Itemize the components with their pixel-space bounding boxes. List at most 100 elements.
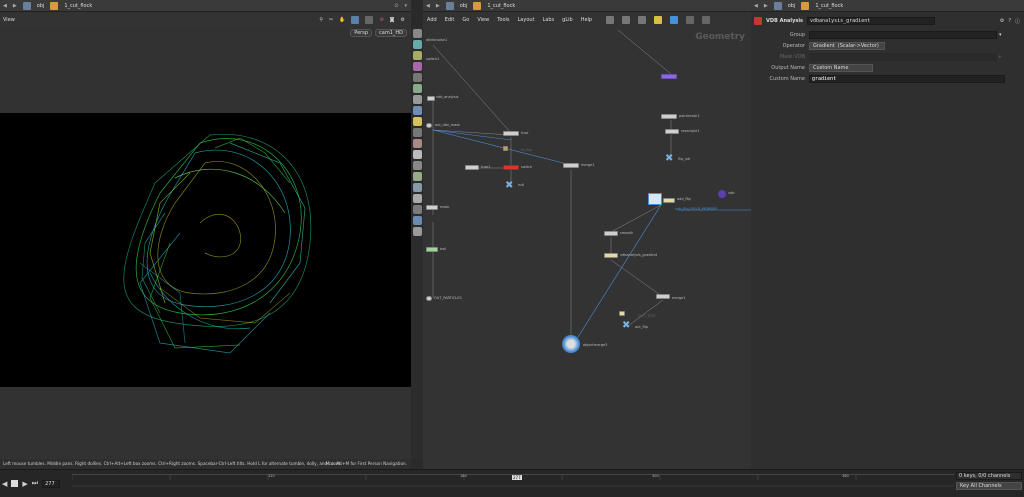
path-obj[interactable]: obj (37, 3, 45, 9)
shade-tool-icon[interactable] (412, 216, 422, 225)
node-vdb-flip-field[interactable]: vdb_flip_FIELD_PRIMOFF (675, 207, 717, 211)
back-arrow-icon[interactable]: ◀ (754, 3, 758, 9)
node-name-field[interactable]: vdbanalysis_gradient (807, 17, 936, 25)
gear-icon[interactable]: ⚙ (1000, 18, 1004, 24)
pin-icon[interactable]: ⊙ (394, 3, 398, 9)
pin-tool-icon[interactable] (412, 150, 422, 159)
node-objectmerge3[interactable]: objectmerge3 (583, 343, 607, 347)
node-merge1[interactable]: merge1 (581, 163, 595, 167)
sculpt-tool-icon[interactable] (412, 172, 422, 181)
stop-icon[interactable]: ⊘ (379, 17, 383, 23)
info-icon[interactable]: ⓘ (1015, 18, 1020, 25)
node-fuse-box[interactable] (503, 131, 519, 136)
node-bwl-box[interactable] (426, 247, 438, 252)
node-vdb-purple-icon[interactable] (718, 190, 726, 198)
node-flip-vel[interactable]: flip_vel (678, 157, 690, 161)
node-add-flip[interactable]: add_flip (677, 197, 691, 201)
operator-select[interactable]: Gradient (Scalar->Vector) (809, 42, 885, 50)
display-options-icon[interactable] (351, 16, 360, 24)
node-mask-box[interactable] (426, 205, 438, 210)
render-icon[interactable]: ⚙ (401, 17, 405, 23)
node-out-particles[interactable]: OUT_PARTICLES (434, 296, 462, 300)
measure-tool-icon[interactable] (412, 161, 422, 170)
stop-icon[interactable] (11, 480, 19, 487)
output-name-select[interactable]: Custom Name (809, 64, 873, 72)
help-icon[interactable]: ? (1008, 18, 1011, 24)
node-attribnoise1[interactable]: attribnoise1 (426, 38, 447, 42)
node-merge1-box[interactable] (563, 163, 579, 168)
group-dropdown-icon[interactable]: ▾ (999, 32, 1002, 38)
node-out-particles-box[interactable] (426, 296, 432, 301)
node-fuse1-box[interactable] (465, 165, 479, 170)
snap-tool-icon[interactable] (412, 106, 422, 115)
back-arrow-icon[interactable]: ◀ (3, 3, 7, 9)
node-switch-box[interactable] (503, 165, 519, 170)
node-mask[interactable]: mask (440, 205, 449, 209)
move-tool-icon[interactable] (412, 40, 422, 49)
handle-tool-icon[interactable] (412, 84, 422, 93)
node-fuse[interactable]: fuse (521, 131, 528, 135)
pose-tool-icon[interactable] (412, 73, 422, 82)
node-out-test[interactable]: OUT_TEST (638, 314, 656, 318)
node-purple-box[interactable] (661, 74, 677, 79)
node-out-flip[interactable]: out_flip (635, 325, 648, 329)
current-frame-marker[interactable]: 277 (512, 475, 522, 480)
node-out-flip-icon[interactable]: ✖ (622, 320, 630, 331)
camera-tool-icon[interactable] (412, 128, 422, 137)
node-fuse1[interactable]: fuse1 (481, 165, 491, 169)
node-bwl[interactable]: bwl (440, 247, 446, 251)
node-out-test-box[interactable] (619, 311, 625, 316)
play-icon[interactable]: ▶ (22, 480, 27, 488)
node-out-dist-mask-box[interactable] (426, 123, 432, 128)
scale-tool-icon[interactable] (412, 62, 422, 71)
view-tool-icon[interactable] (412, 95, 422, 104)
node-to-flip-icon[interactable]: ✖ (505, 180, 513, 191)
grid-tool-icon[interactable] (412, 183, 422, 192)
node-flip-vel-icon[interactable]: ✖ (665, 153, 673, 164)
node-pointmask1-box[interactable] (661, 114, 677, 119)
jump-end-icon[interactable]: ⏭ (32, 479, 38, 488)
lock-tool-icon[interactable] (412, 227, 422, 236)
node-vdbanalysis-gradient-box[interactable] (604, 253, 618, 258)
node-null-box[interactable] (503, 146, 508, 151)
select-icon[interactable]: ✂ (329, 17, 333, 23)
node-vdb[interactable]: vdb (728, 191, 735, 195)
frame-field[interactable]: 277 (42, 479, 61, 488)
visualizer-icon[interactable] (365, 16, 374, 24)
path-obj[interactable]: obj (788, 3, 796, 9)
path-node[interactable]: 1_cut_flock (64, 3, 92, 9)
node-pointmask1[interactable]: pointmask1 (679, 114, 700, 118)
camera-button[interactable]: cam1_HD (375, 29, 407, 37)
path-node[interactable]: 1_cut_flock (815, 3, 843, 9)
node-merge1b[interactable]: merge1 (672, 296, 686, 300)
light-tool-icon[interactable] (412, 117, 422, 126)
node-resample1[interactable]: resample1 (681, 129, 699, 133)
play-reverse-icon[interactable]: ◀ (2, 480, 7, 488)
handle-icon[interactable]: ✋ (339, 17, 345, 23)
select-tool-icon[interactable] (412, 29, 422, 38)
persp-button[interactable]: Persp (350, 29, 373, 37)
rotate-tool-icon[interactable] (412, 51, 422, 60)
node-out-dist-mask[interactable]: out_dist_mask (435, 123, 460, 127)
node-vdb-analysis[interactable]: vdb_analysis (436, 95, 458, 99)
node-vdbanalysis-gradient[interactable]: vdbanalysis_gradient (620, 253, 657, 257)
timeline-track[interactable]: 120 180 300 360 277 (71, 474, 954, 492)
brush-tool-icon[interactable] (412, 139, 422, 148)
node-switch1[interactable]: switch1 (426, 57, 439, 61)
node-objectmerge3-box[interactable] (562, 335, 580, 353)
node-add-flip-icon[interactable] (648, 193, 662, 205)
node-smooth-box[interactable] (604, 231, 618, 236)
custom-name-field[interactable]: gradient (809, 75, 1005, 83)
node-switch[interactable]: switch (521, 165, 532, 169)
node-vdb-analysis-box[interactable] (427, 96, 435, 101)
pane-menu-icon[interactable]: ▾ (404, 3, 407, 9)
viewport[interactable] (0, 113, 411, 387)
node-smooth[interactable]: smooth (620, 231, 633, 235)
group-field[interactable] (809, 31, 997, 39)
ghost-tool-icon[interactable] (412, 194, 422, 203)
node-null-sub[interactable]: to_flip (521, 148, 532, 152)
forward-arrow-icon[interactable]: ▶ (13, 3, 17, 9)
node-merge1b-box[interactable] (656, 294, 670, 299)
node-add-flip-box[interactable] (663, 198, 675, 203)
camera-icon[interactable]: ◙ (390, 17, 395, 23)
